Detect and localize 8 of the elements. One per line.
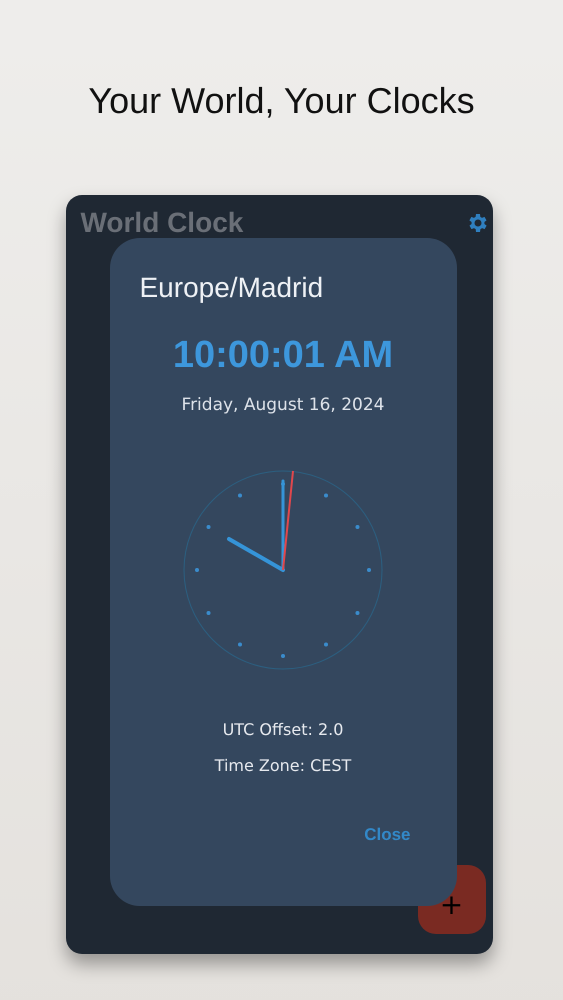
date-text: Friday, August 16, 2024	[182, 395, 384, 415]
detail-text: UTC Offset: 2.0	[222, 720, 344, 739]
headline: Your World, Your Clocks	[88, 80, 475, 122]
dialog-title: Europe/Madrid	[140, 272, 324, 304]
app-title: World Clock	[80, 207, 244, 239]
close-button[interactable]: Close	[364, 825, 410, 845]
detail-text: Time Zone: CEST	[214, 756, 352, 775]
digital-time: 10:00:01 AM	[172, 334, 394, 377]
